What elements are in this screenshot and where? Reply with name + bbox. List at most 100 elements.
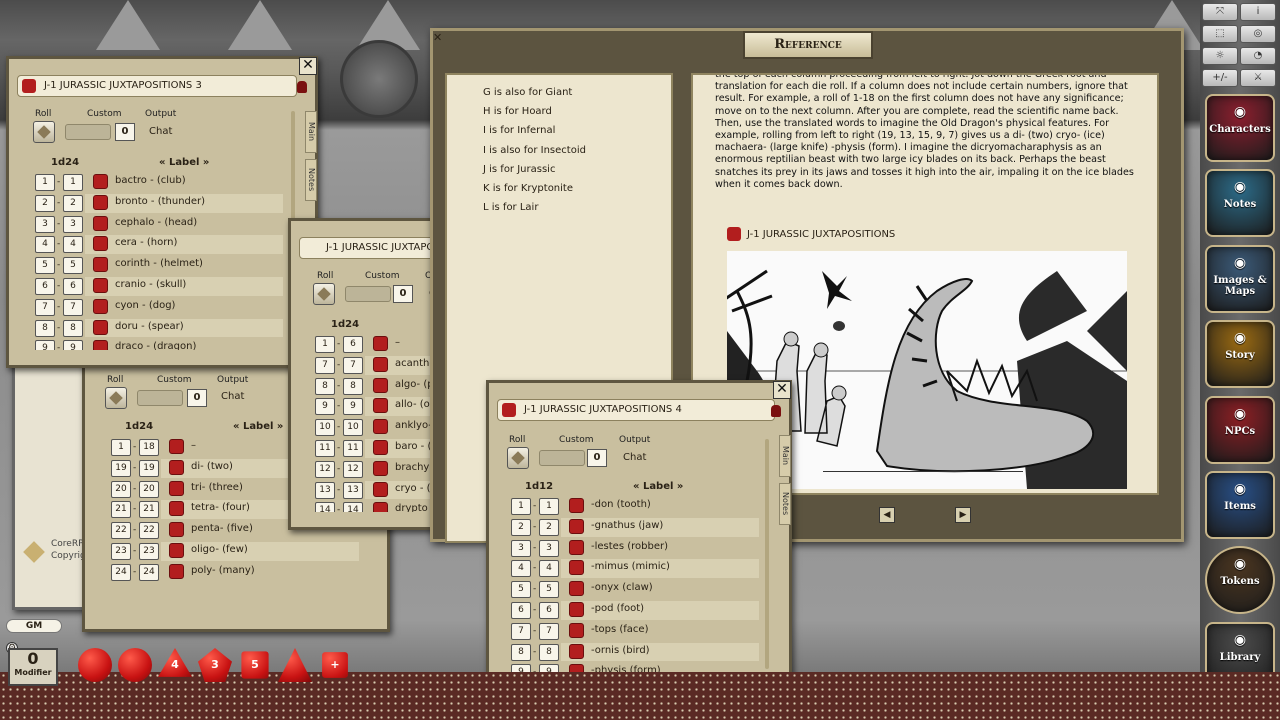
modifier-box[interactable]: 0 Modifier <box>8 648 58 686</box>
result-link-icon[interactable] <box>169 501 184 517</box>
tab-main[interactable]: Main <box>779 435 791 477</box>
custom-dice-field[interactable] <box>539 450 585 466</box>
range-to: 6 <box>343 336 363 353</box>
result-text: cera - (horn) <box>115 237 178 249</box>
result-link-icon[interactable] <box>569 539 584 555</box>
index-entry[interactable]: I is for Infernal <box>483 125 555 136</box>
output-select[interactable]: Chat <box>623 452 646 463</box>
reference-table-link[interactable]: J-1 JURASSIC JUXTAPOSITIONS <box>727 227 895 241</box>
result-link-icon[interactable] <box>93 257 108 273</box>
result-link-icon[interactable] <box>569 518 584 534</box>
range-to: 24 <box>139 563 159 581</box>
toolbar-tool-icon[interactable]: i <box>1240 3 1276 21</box>
chat-bar-background <box>0 672 1280 720</box>
roll-die-button[interactable] <box>313 283 335 305</box>
result-link-icon[interactable] <box>93 319 108 335</box>
custom-dice-field[interactable] <box>137 390 183 406</box>
result-link-icon[interactable] <box>169 439 184 454</box>
table-window-3[interactable]: ✕ J-1 JURASSIC JUXTAPOSITIONS 3 Main Not… <box>6 56 318 368</box>
result-link-icon[interactable] <box>569 601 584 617</box>
output-header: Output <box>217 375 249 385</box>
table-row: 1-1 -don (tooth) <box>511 496 759 517</box>
result-link-icon[interactable] <box>169 480 184 496</box>
result-link-icon[interactable] <box>93 340 108 350</box>
range-from: 13 <box>315 481 335 499</box>
index-entry[interactable]: K is for Kryptonite <box>483 183 573 194</box>
custom-dice-field[interactable] <box>345 286 391 302</box>
modifier-field[interactable]: 0 <box>587 449 607 467</box>
table-link-icon <box>727 227 741 241</box>
close-button[interactable]: ✕ <box>773 381 791 399</box>
result-link-icon[interactable] <box>373 356 388 372</box>
result-link-icon[interactable] <box>93 298 108 314</box>
result-link-icon[interactable] <box>569 581 584 597</box>
close-button[interactable]: ✕ <box>299 57 317 75</box>
sidebar-button-characters[interactable]: ◉ Characters <box>1205 94 1275 162</box>
result-link-icon[interactable] <box>93 174 108 189</box>
index-entry[interactable]: J is for Jurassic <box>483 164 555 175</box>
previous-page-button[interactable]: ◀ <box>879 507 895 523</box>
toolbar-tool-icon[interactable]: ⚔ <box>1240 69 1276 87</box>
output-select[interactable]: Chat <box>149 126 172 137</box>
lock-icon[interactable] <box>297 81 307 93</box>
tab-notes[interactable]: Notes <box>305 159 317 201</box>
modifier-field[interactable]: 0 <box>115 123 135 141</box>
result-link-icon[interactable] <box>373 439 388 455</box>
result-link-icon[interactable] <box>93 215 108 231</box>
sidebar-button-notes[interactable]: ◉ Notes <box>1205 169 1275 238</box>
result-link-icon[interactable] <box>569 498 584 513</box>
next-page-button[interactable]: ▶ <box>955 507 971 523</box>
sidebar-button-images-maps[interactable]: ◉ Images & Maps <box>1205 244 1275 313</box>
toolbar-tool-icon[interactable]: ◔ <box>1240 47 1276 65</box>
toolbar-tool-icon[interactable]: ☼ <box>1202 47 1238 65</box>
result-link-icon[interactable] <box>373 502 388 512</box>
result-link-icon[interactable] <box>169 459 184 475</box>
modifier-field[interactable]: 0 <box>393 285 413 303</box>
result-link-icon[interactable] <box>93 277 108 293</box>
table-window-4[interactable]: ✕ J-1 JURASSIC JUXTAPOSITIONS 4 Main Not… <box>486 380 792 682</box>
index-entry[interactable]: L is for Lair <box>483 202 538 213</box>
result-link-icon[interactable] <box>569 622 584 638</box>
result-link-icon[interactable] <box>373 377 388 393</box>
index-entry[interactable]: I is also for Insectoid <box>483 145 586 156</box>
roll-die-button[interactable] <box>507 447 529 469</box>
sidebar-button-npcs[interactable]: ◉ NPCs <box>1205 395 1275 464</box>
lock-icon[interactable] <box>771 405 781 417</box>
tab-main[interactable]: Main <box>305 111 317 153</box>
sidebar-button-tokens[interactable]: ◉ Tokens <box>1205 546 1275 615</box>
result-link-icon[interactable] <box>569 643 584 659</box>
roll-die-button[interactable] <box>105 387 127 409</box>
result-link-icon[interactable] <box>373 460 388 476</box>
result-link-icon[interactable] <box>169 522 184 538</box>
result-link-icon[interactable] <box>93 194 108 210</box>
result-link-icon[interactable] <box>169 563 184 579</box>
sidebar-button-items[interactable]: ◉ Items <box>1205 471 1275 539</box>
result-link-icon[interactable] <box>373 419 388 435</box>
result-link-icon[interactable] <box>373 481 388 497</box>
modifier-field[interactable]: 0 <box>187 389 207 407</box>
dice-die-icon[interactable] <box>118 648 152 682</box>
range-to: 8 <box>343 377 363 395</box>
result-link-icon[interactable] <box>569 560 584 576</box>
dice-add-icon[interactable]: + <box>322 652 348 678</box>
roll-die-button[interactable] <box>33 121 55 143</box>
index-entry[interactable]: H is for Hoard <box>483 106 552 117</box>
tab-notes[interactable]: Notes <box>779 483 791 525</box>
table-row: 2-2 -gnathus (jaw) <box>511 517 759 538</box>
index-entry[interactable]: G is also for Giant <box>483 87 572 98</box>
toolbar-tool-icon[interactable]: ◎ <box>1240 25 1276 43</box>
result-link-icon[interactable] <box>93 236 108 252</box>
result-link-icon[interactable] <box>373 398 388 414</box>
sidebar-button-story[interactable]: ◉ Story <box>1205 320 1275 389</box>
result-link-icon[interactable] <box>373 336 388 351</box>
custom-dice-field[interactable] <box>65 124 111 140</box>
output-select[interactable]: Chat <box>221 391 244 402</box>
toolbar-tool-icon[interactable]: ⤧ <box>1202 3 1238 21</box>
custom-header: Custom <box>559 435 594 445</box>
scrollbar[interactable] <box>765 439 769 669</box>
toolbar-tool-icon[interactable]: +/- <box>1202 69 1238 87</box>
toolbar-tool-icon[interactable]: ⬚ <box>1202 25 1238 43</box>
dice-die-icon[interactable] <box>78 648 112 682</box>
dice-die-icon[interactable]: 5 <box>241 651 269 679</box>
result-link-icon[interactable] <box>169 542 184 558</box>
